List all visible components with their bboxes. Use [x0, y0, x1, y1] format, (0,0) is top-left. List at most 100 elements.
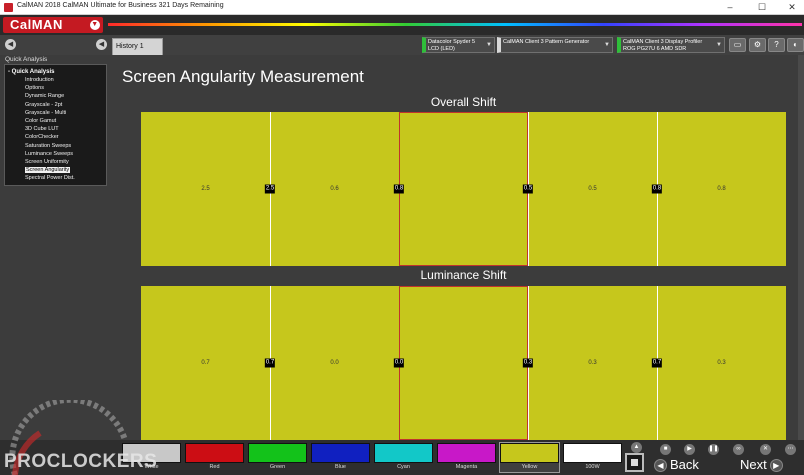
stop-icon[interactable]: ■: [660, 444, 671, 455]
sidebar-empty-area: [0, 186, 110, 440]
help-icon[interactable]: ?: [768, 38, 785, 52]
overall-cell-value: 2.5: [201, 186, 210, 192]
swatch-label: Cyan: [397, 464, 410, 470]
overall-center-highlight: [399, 112, 528, 266]
app-icon: [4, 3, 13, 12]
tree-item-label: Screen Angularity: [25, 167, 71, 174]
swatch-color: [500, 443, 559, 463]
overall-edge-tag: 2.5: [264, 184, 276, 194]
play-icon[interactable]: ▶: [684, 444, 695, 455]
close-button[interactable]: ✕: [782, 1, 802, 13]
pattern-swatch-cyan[interactable]: Cyan: [374, 443, 433, 472]
tree-item[interactable]: ColorChecker: [8, 133, 106, 141]
swatch-label: Yellow: [521, 464, 538, 470]
logo-bar: CalMAN ▼: [0, 15, 804, 35]
previous-icon[interactable]: ▲: [631, 442, 642, 453]
chevron-down-icon: ▼: [604, 42, 610, 48]
tree-item[interactable]: Color Gamut: [8, 117, 106, 125]
luminance-cell-value: 0.0: [330, 360, 339, 366]
tree-item[interactable]: Grayscale - Multi: [8, 109, 106, 117]
luminance-cell-value: 0.7: [201, 360, 210, 366]
back-circle-icon[interactable]: ◀: [5, 39, 16, 50]
swatch-label: Red: [209, 464, 220, 470]
pattern-swatch-magenta[interactable]: Magenta: [437, 443, 496, 472]
luminance-edge-tag: 0.7: [651, 358, 663, 368]
meter-device-mode: LCD (LED): [428, 46, 455, 52]
options-icon[interactable]: ⋯: [785, 444, 796, 455]
tree-root-quick-analysis[interactable]: - Quick Analysis: [8, 68, 106, 76]
next-label: Next: [740, 457, 767, 472]
overall-shift-title: Overall Shift: [430, 95, 497, 109]
swatch-label: Green: [269, 464, 286, 470]
next-button[interactable]: Next ▶: [740, 456, 786, 473]
minimize-button[interactable]: –: [720, 1, 740, 13]
tree-item[interactable]: Grayscale - 2pt: [8, 101, 106, 109]
source-device-selector[interactable]: CalMAN Client 3 Pattern Generator ▼: [497, 37, 613, 53]
stop-measurement-button[interactable]: [625, 453, 644, 472]
tree-item-label: Luminance Sweeps: [25, 150, 74, 157]
chevron-down-icon[interactable]: ▼: [90, 20, 100, 30]
tree-item[interactable]: Screen Angularity: [8, 166, 106, 174]
display-icon[interactable]: ▭: [729, 38, 746, 52]
collapse-sidebar-icon[interactable]: ◀: [96, 39, 107, 50]
next-arrow-icon: ▶: [769, 459, 783, 473]
overall-cell-value: 0.5: [588, 186, 597, 192]
pattern-swatch-green[interactable]: Green: [248, 443, 307, 472]
tree-item-label: Grayscale - 2pt: [25, 101, 63, 108]
pattern-swatch-100w[interactable]: 100W: [563, 443, 622, 472]
chevron-down-icon: ▼: [716, 42, 722, 48]
display-device-selector[interactable]: CalMAN Client 3 Display Profiler ROG PG2…: [617, 37, 725, 53]
luminance-cell-value: 0.3: [588, 360, 597, 366]
back-label: Back: [670, 457, 699, 472]
source-device-name: CalMAN Client 3 Pattern Generator: [503, 39, 590, 45]
tree-item[interactable]: Options: [8, 84, 106, 92]
chevron-down-icon: ▼: [486, 42, 492, 48]
meter-device-selector[interactable]: Datacolor Spyder 5 LCD (LED) ▼: [422, 37, 495, 53]
tree-item-label: Saturation Sweeps: [25, 142, 72, 149]
overall-edge-tag: 0.8: [651, 184, 663, 194]
swatch-label: Blue: [334, 464, 346, 470]
settings-gear-icon[interactable]: ⚙: [749, 38, 766, 52]
meter-device-name: Datacolor Spyder 5: [428, 39, 476, 45]
tree-item-label: Grayscale - Multi: [25, 109, 67, 116]
maximize-button[interactable]: ☐: [752, 1, 772, 13]
calman-window: CalMAN 2018 CalMAN Ultimate for Business…: [0, 0, 804, 475]
vertical-scrollbar[interactable]: [798, 55, 804, 440]
loop-icon[interactable]: ∞: [733, 444, 744, 455]
back-button[interactable]: ◀ Back: [651, 456, 699, 473]
luminance-shift-title: Luminance Shift: [420, 268, 507, 282]
tree-item[interactable]: Dynamic Range: [8, 92, 106, 100]
tree-item-label: ColorChecker: [25, 134, 59, 141]
swatch-color: [563, 443, 622, 463]
top-toolbar: ◀ ◀ History 1 Datacolor Spyder 5 LCD (LE…: [0, 35, 804, 55]
luminance-cell-value: 0.3: [717, 360, 726, 366]
tree-item[interactable]: Spectral Power Dist.: [8, 174, 106, 182]
tree-item[interactable]: 3D Cube LUT: [8, 125, 106, 133]
tree-item[interactable]: Screen Uniformity: [8, 158, 106, 166]
workflow-tree: - Quick Analysis Introduction Options Dyna…: [4, 64, 107, 186]
theme-icon[interactable]: ◐: [787, 38, 804, 52]
stop-square-icon: [631, 459, 638, 466]
logo-text: CalMAN: [10, 17, 63, 32]
swatch-label: 100W: [585, 464, 600, 470]
pattern-swatch-yellow[interactable]: Yellow: [499, 442, 560, 473]
tree-item-label: Color Gamut: [25, 118, 57, 125]
pause-icon[interactable]: ❚❚: [708, 444, 719, 455]
rainbow-stripe: [108, 23, 802, 26]
swatch-color: [185, 443, 244, 463]
tab-history[interactable]: History 1: [112, 38, 163, 55]
pattern-swatch-red[interactable]: Red: [185, 443, 244, 472]
tree-item[interactable]: Luminance Sweeps: [8, 150, 106, 158]
tree-items: Introduction Options Dynamic Range Grayscal…: [8, 76, 106, 183]
sidebar-header: Quick Analysis: [5, 56, 48, 63]
tree-item-label: Dynamic Range: [25, 93, 65, 100]
overall-edge-tag: 0.8: [393, 184, 405, 194]
calman-logo[interactable]: CalMAN ▼: [3, 17, 103, 33]
tree-item[interactable]: Introduction: [8, 76, 106, 84]
pattern-swatch-blue[interactable]: Blue: [311, 443, 370, 472]
delete-icon[interactable]: ✕: [760, 444, 771, 455]
luminance-edge-tag: 0.7: [264, 358, 276, 368]
luminance-edge-tag: 0.3: [522, 358, 534, 368]
tree-item[interactable]: Saturation Sweeps: [8, 142, 106, 150]
swatch-label: Magenta: [455, 464, 478, 470]
